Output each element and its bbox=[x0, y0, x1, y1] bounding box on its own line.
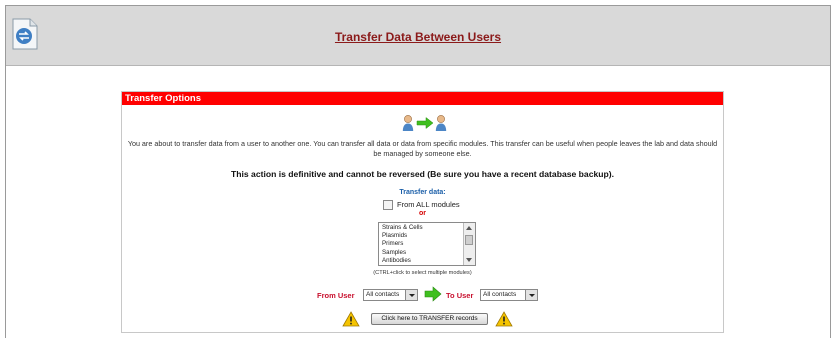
transfer-options-panel: Transfer Options You are about to transf… bbox=[121, 91, 724, 333]
modules-listbox[interactable]: Strains & Cells Plasmids Primers Samples… bbox=[378, 222, 476, 266]
module-option-plasmids[interactable]: Plasmids bbox=[382, 232, 461, 240]
warning-icon bbox=[342, 311, 360, 327]
warning-icon bbox=[495, 311, 513, 327]
from-user-value: All contacts bbox=[366, 291, 400, 298]
to-user-select[interactable]: All contacts bbox=[480, 289, 538, 301]
user-icon bbox=[435, 115, 447, 131]
to-user-value: All contacts bbox=[483, 291, 517, 298]
from-user-select[interactable]: All contacts bbox=[363, 289, 418, 301]
page-header: Transfer Data Between Users bbox=[6, 6, 830, 66]
all-modules-label: From ALL modules bbox=[397, 200, 460, 209]
or-label: or bbox=[419, 210, 426, 217]
chevron-down-icon[interactable] bbox=[405, 290, 417, 300]
module-option-strains-cells[interactable]: Strains & Cells bbox=[382, 224, 461, 232]
multi-select-hint: (CTRL+click to select multiple modules) bbox=[373, 270, 472, 276]
module-option-primers[interactable]: Primers bbox=[382, 240, 461, 248]
user-icon bbox=[402, 115, 414, 131]
transfer-action-row: Click here to TRANSFER records bbox=[342, 310, 513, 330]
scroll-down-icon[interactable] bbox=[466, 258, 472, 262]
all-modules-checkbox[interactable] bbox=[383, 200, 393, 211]
to-user-label: To User bbox=[446, 291, 474, 300]
page-frame: Transfer Data Between Users Transfer Opt… bbox=[5, 5, 831, 338]
chevron-down-icon[interactable] bbox=[525, 290, 537, 300]
scroll-up-icon[interactable] bbox=[466, 226, 472, 230]
transfer-description: You are about to transfer data from a us… bbox=[127, 139, 718, 158]
arrow-right-icon bbox=[416, 116, 434, 130]
arrow-right-icon bbox=[424, 286, 442, 302]
user-transfer-graphic bbox=[402, 115, 447, 131]
page-title[interactable]: Transfer Data Between Users bbox=[6, 30, 830, 44]
module-option-antibodies[interactable]: Antibodies bbox=[382, 257, 461, 265]
transfer-records-button[interactable]: Click here to TRANSFER records bbox=[371, 313, 488, 325]
transfer-data-label: Transfer data: bbox=[399, 189, 446, 196]
modules-scrollbar[interactable] bbox=[463, 223, 475, 265]
panel-title: Transfer Options bbox=[122, 92, 723, 105]
from-user-label: From User bbox=[317, 291, 355, 300]
irreversible-warning: This action is definitive and cannot be … bbox=[230, 169, 615, 179]
user-selection-row: From User All contacts To User All conta… bbox=[317, 286, 547, 304]
scroll-thumb[interactable] bbox=[465, 235, 473, 245]
module-option-samples[interactable]: Samples bbox=[382, 249, 461, 257]
